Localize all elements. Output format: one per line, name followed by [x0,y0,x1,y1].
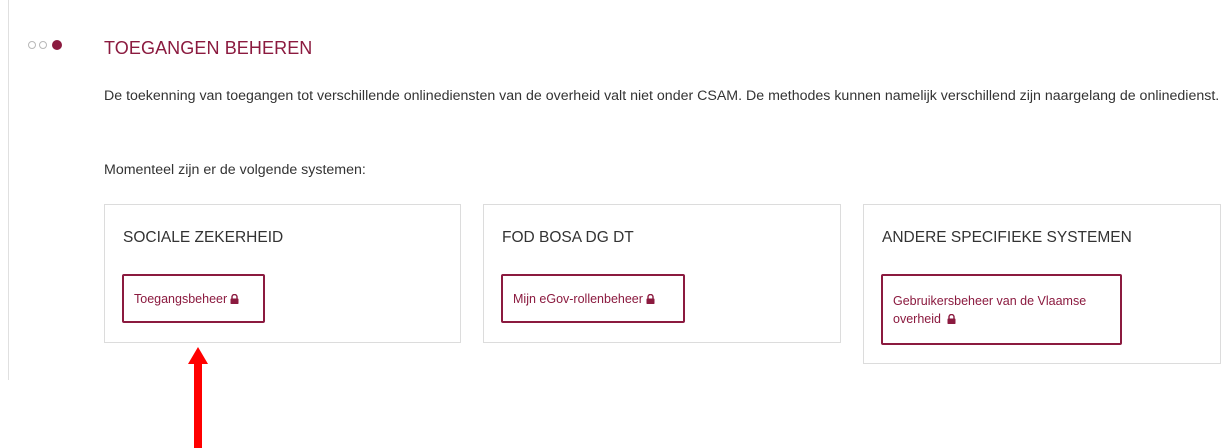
systems-lead-text: Momenteel zijn er de volgende systemen: [104,162,366,178]
lock-icon [646,293,655,304]
lock-icon [947,313,956,324]
button-label-wrap: Gebruikersbeheer van de Vlaamse overheid [893,292,1110,328]
card-title: ANDERE SPECIFIEKE SYSTEMEN [882,229,1132,246]
card-fod-bosa: FOD BOSA DG DT Mijn eGov-rollenbeheer [483,204,841,343]
card-title: FOD BOSA DG DT [502,229,634,246]
card-title: SOCIALE ZEKERHEID [123,229,284,246]
button-label: Mijn eGov-rollenbeheer [513,291,643,306]
intro-paragraph: De toekenning van toegangen tot verschil… [104,88,1220,104]
step-dots-icon [28,40,62,50]
section-title: TOEGANGEN BEHEREN [104,38,313,58]
button-label: Toegangsbeheer [134,291,228,306]
step-dot-active [52,40,62,50]
arrow-up-icon [188,347,208,448]
step-dot-empty [28,41,36,49]
egov-rollenbeheer-button[interactable]: Mijn eGov-rollenbeheer [501,274,685,323]
step-dot-empty [39,41,47,49]
vlaamse-gebruikersbeheer-button[interactable]: Gebruikersbeheer van de Vlaamse overheid [881,274,1122,345]
card-andere-systemen: ANDERE SPECIFIEKE SYSTEMEN Gebruikersbeh… [863,204,1221,364]
card-sociale-zekerheid: SOCIALE ZEKERHEID Toegangsbeheer [104,204,461,343]
left-divider [8,0,9,380]
button-label: Gebruikersbeheer van de Vlaamse overheid [893,293,1087,326]
lock-icon [230,293,239,304]
toegangsbeheer-button[interactable]: Toegangsbeheer [122,274,265,323]
